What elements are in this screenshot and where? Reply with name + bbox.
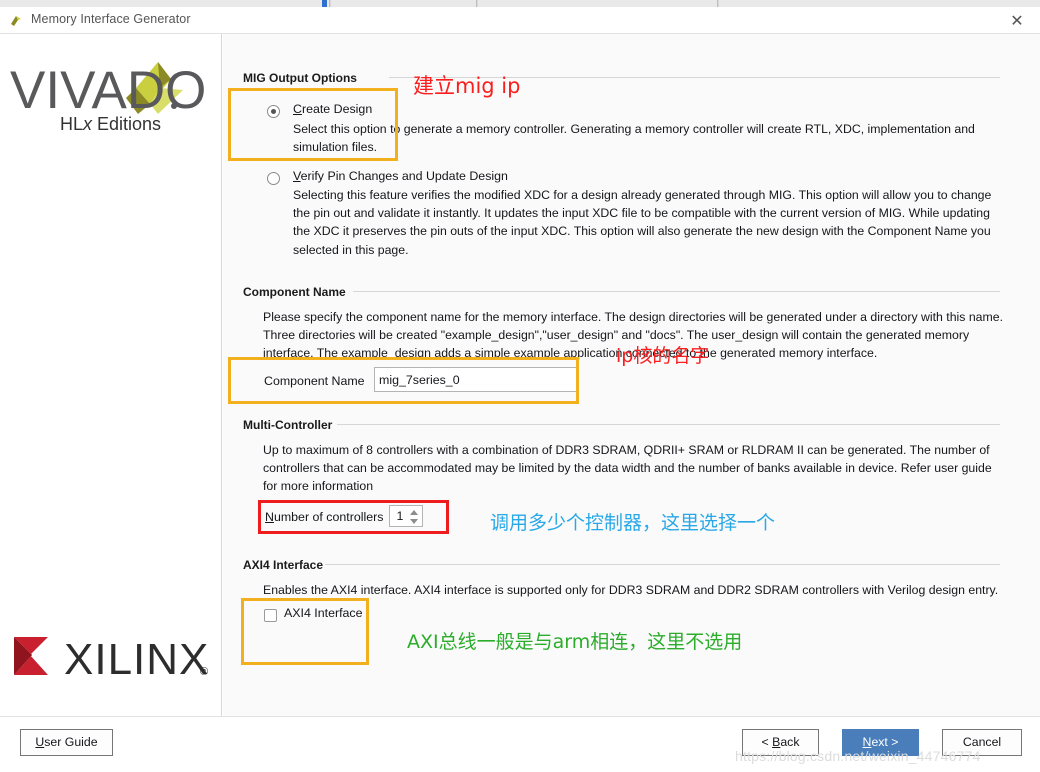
svg-text:®: ® [200, 666, 208, 678]
highlight-box-number-of-controllers [258, 500, 449, 534]
section-title-axi4: AXI4 Interface [243, 558, 323, 572]
axi4-description: Enables the AXI4 interface. AXI4 interfa… [263, 581, 1013, 599]
background-window-strip [0, 0, 1040, 7]
section-title-mig-output: MIG Output Options [243, 71, 357, 85]
section-rule-component-name [353, 291, 1000, 292]
highlight-box-component-name [228, 357, 579, 404]
radio-verify-pin-changes-description: Selecting this feature verifies the modi… [293, 186, 1005, 259]
section-title-multi-controller: Multi-Controller [243, 418, 332, 432]
annotation-create-mig-ip: 建立mig ip [413, 70, 520, 100]
section-title-component-name: Component Name [243, 285, 346, 299]
vivado-logo: VIVADO HLx Editions [8, 52, 208, 157]
highlight-box-create-design [228, 88, 398, 161]
radio-verify-pin-changes[interactable] [267, 172, 280, 185]
section-rule-axi4 [325, 564, 1000, 565]
close-icon[interactable]: ✕ [1004, 10, 1030, 32]
watermark-text: https://blog.csdn.net/weixin_44746774 [735, 748, 981, 764]
mig-wizard-window: Memory Interface Generator ✕ VIVADO HLx … [0, 0, 1040, 772]
annotation-controller-count: 调用多少个控制器，这里选择一个 [490, 508, 775, 535]
multi-controller-description: Up to maximum of 8 controllers with a co… [263, 441, 1007, 496]
user-guide-button[interactable]: User Guide [20, 729, 113, 756]
annotation-ip-core-name: ip核的名字 [616, 341, 709, 368]
svg-text:XILINX: XILINX [64, 635, 209, 684]
xilinx-logo: XILINX ® [10, 629, 215, 690]
window-title: Memory Interface Generator [31, 12, 191, 26]
branding-sidebar: VIVADO HLx Editions XILINX ® [0, 34, 222, 716]
title-bar: Memory Interface Generator ✕ [0, 7, 1040, 34]
section-rule-multi-controller [337, 424, 1000, 425]
annotation-axi-bus: AXI总线一般是与arm相连，这里不选用 [407, 627, 742, 654]
highlight-box-axi4-interface [241, 598, 369, 665]
svg-text:VIVADO: VIVADO [10, 61, 206, 120]
vivado-triangle-icon [9, 13, 25, 29]
radio-create-design-description: Select this option to generate a memory … [293, 120, 1003, 156]
radio-verify-pin-changes-label[interactable]: Verify Pin Changes and Update Design [293, 169, 508, 183]
vivado-edition-label: HLx Editions [60, 114, 161, 135]
